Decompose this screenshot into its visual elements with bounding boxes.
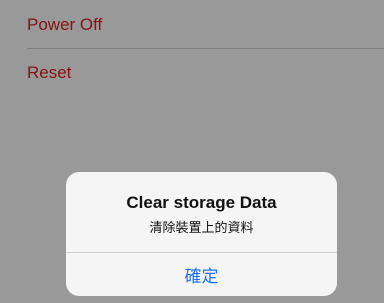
alert-title: Clear storage Data [126, 193, 277, 212]
alert-message: 清除裝置上的資料 [149, 220, 254, 235]
alert-dialog: Clear storage Data 清除裝置上的資料 確定 [66, 172, 337, 296]
confirm-button[interactable]: 確定 [66, 253, 337, 296]
screen: Power Off Reset Clear storage Data 清除裝置上… [0, 0, 384, 303]
